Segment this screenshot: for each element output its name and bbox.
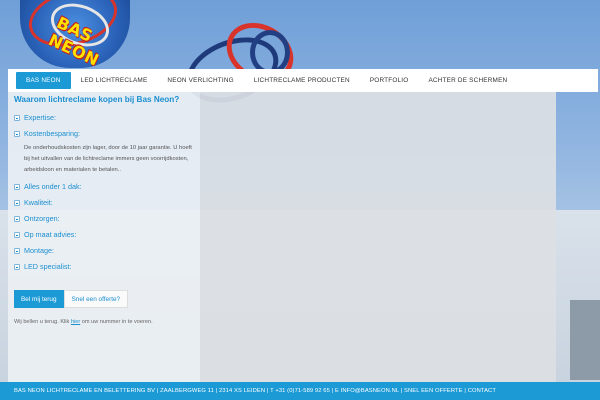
- accordion-item-ontzorgen[interactable]: Ontzorgen:: [14, 214, 60, 223]
- accordion-item-alles-onder-1-dak[interactable]: Alles onder 1 dak:: [14, 182, 82, 191]
- nav-item-portfolio[interactable]: PORTFOLIO: [360, 69, 419, 92]
- callback-link[interactable]: hier: [71, 319, 80, 325]
- quick-quote-button[interactable]: Snel een offerte?: [63, 290, 129, 308]
- callback-note: Wij bellen u terug. Klik hier om uw numm…: [14, 319, 153, 325]
- expand-icon: [14, 231, 20, 238]
- accordion-item-op-maat-advies[interactable]: Op maat advies:: [14, 230, 76, 239]
- accordion-label: Alles onder 1 dak:: [24, 182, 82, 191]
- accordion-label: Op maat advies:: [24, 230, 77, 239]
- main-navigation: BAS NEON LED LICHTRECLAME NEON VERLICHTI…: [8, 69, 598, 92]
- expand-icon: [14, 199, 20, 206]
- contact-tabs: Bel mij terug Snel een offerte?: [14, 290, 129, 308]
- page-headline: Waarom lichtreclame kopen bij Bas Neon?: [14, 95, 180, 104]
- nav-item-lichtreclame-producten[interactable]: LICHTRECLAME PRODUCTEN: [244, 69, 360, 92]
- callback-note-text-end: om uw nummer in te voeren.: [80, 319, 153, 325]
- expand-icon: [14, 183, 20, 190]
- nav-item-led-lichtreclame[interactable]: LED LICHTRECLAME: [71, 69, 158, 92]
- footer-contact-text: BAS NEON LICHTRECLAME EN BELETTERING BV …: [14, 388, 496, 394]
- accordion-label: Kostenbesparing:: [24, 129, 80, 138]
- accordion-label: Montage:: [24, 246, 54, 255]
- expand-icon: [14, 247, 20, 254]
- accordion-label: LED specialist:: [24, 262, 72, 271]
- accordion-item-kostenbesparing[interactable]: Kostenbesparing:: [14, 129, 80, 138]
- call-me-back-button[interactable]: Bel mij terug: [14, 290, 64, 308]
- accordion-item-kwaliteit[interactable]: Kwaliteit:: [14, 198, 53, 207]
- building-detail: [570, 300, 600, 380]
- callback-note-text: Wij bellen u terug. Klik: [14, 319, 71, 325]
- expand-icon: [14, 114, 20, 121]
- expand-icon: [14, 215, 20, 222]
- accordion-item-montage[interactable]: Montage:: [14, 246, 54, 255]
- accordion-expanded-text: De onderhoudskosten zijn lager, door de …: [24, 145, 192, 173]
- accordion-label: Expertise:: [24, 113, 56, 122]
- site-footer: BAS NEON LICHTRECLAME EN BELETTERING BV …: [0, 382, 600, 400]
- accordion-item-led-specialist[interactable]: LED specialist:: [14, 262, 72, 271]
- accordion-label: Ontzorgen:: [24, 214, 60, 223]
- collapse-icon: [14, 130, 20, 137]
- accordion-label: Kwaliteit:: [24, 198, 53, 207]
- accordion-item-expertise[interactable]: Expertise:: [14, 113, 56, 122]
- nav-item-achter-de-schermen[interactable]: ACHTER DE SCHERMEN: [418, 69, 517, 92]
- expand-icon: [14, 263, 20, 270]
- nav-item-neon-verlichting[interactable]: NEON VERLICHTING: [157, 69, 243, 92]
- media-panel: [200, 92, 556, 382]
- nav-item-bas-neon[interactable]: BAS NEON: [16, 72, 71, 89]
